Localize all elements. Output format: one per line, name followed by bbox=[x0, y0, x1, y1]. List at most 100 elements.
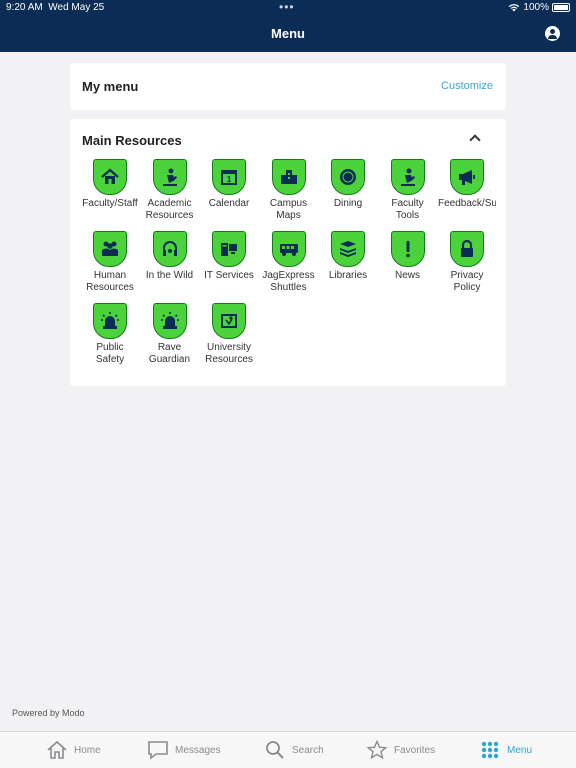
resource-tile-badge bbox=[93, 231, 127, 267]
resource-tile[interactable]: University Resources bbox=[199, 303, 259, 366]
resource-tile-badge bbox=[331, 159, 365, 195]
resource-tile-label: Libraries bbox=[328, 270, 368, 281]
map-pin-icon bbox=[221, 314, 237, 328]
house-icon bbox=[101, 168, 119, 184]
resource-tile[interactable]: Privacy Policy bbox=[437, 231, 497, 294]
bus-icon bbox=[279, 244, 298, 256]
resource-tile[interactable]: In the Wild bbox=[140, 231, 200, 282]
search-icon bbox=[266, 741, 284, 759]
resource-tile-badge bbox=[390, 159, 425, 195]
grid-icon bbox=[481, 741, 499, 759]
reading-person-icon bbox=[162, 168, 177, 186]
page-title: Menu bbox=[271, 26, 305, 41]
resource-tile[interactable]: JagExpress Shuttles bbox=[259, 231, 319, 294]
resource-tile[interactable]: Libraries bbox=[318, 231, 378, 282]
resource-tile-badge bbox=[450, 159, 484, 195]
battery-icon bbox=[552, 3, 570, 12]
resource-tile-label: Feedback/Su bbox=[438, 198, 496, 209]
calendar-icon: 1 bbox=[221, 170, 237, 185]
tab-label: Home bbox=[74, 744, 101, 756]
main-resources-title: Main Resources bbox=[82, 133, 182, 148]
tab-bar: Home Messages Search Favorites Menu bbox=[0, 731, 576, 768]
chat-bubble-icon bbox=[148, 741, 168, 760]
resource-tile[interactable]: Feedback/Su bbox=[437, 159, 497, 210]
resource-tile-badge bbox=[93, 159, 127, 195]
resource-tile-label: Rave Guardian bbox=[148, 342, 191, 365]
resource-tile-label: Privacy Policy bbox=[450, 270, 484, 293]
resource-tile-badge bbox=[152, 231, 187, 267]
resource-tile[interactable]: Academic Resources bbox=[140, 159, 200, 222]
wifi-icon bbox=[509, 4, 520, 12]
resource-tile[interactable]: Dining bbox=[318, 159, 378, 210]
resource-tile-badge bbox=[271, 231, 306, 267]
tab-label: Messages bbox=[175, 744, 221, 756]
star-icon bbox=[366, 740, 388, 760]
resource-tile-label: Faculty/Staff bbox=[82, 198, 138, 209]
resource-tile[interactable]: Rave Guardian bbox=[140, 303, 200, 366]
resource-tile[interactable]: Faculty/Staff bbox=[80, 159, 140, 210]
main-resources-card: Main Resources Faculty/Staff Academic Res… bbox=[70, 119, 506, 386]
resource-tile-label: News bbox=[394, 270, 420, 281]
lock-icon bbox=[461, 239, 473, 257]
resource-tile-badge bbox=[152, 303, 187, 339]
resource-tile-label: University Resources bbox=[205, 342, 253, 365]
tab-label: Search bbox=[292, 744, 324, 756]
home-icon bbox=[47, 740, 67, 759]
tab-search[interactable]: Search bbox=[264, 740, 324, 760]
reading-person-icon bbox=[400, 168, 415, 186]
people-icon bbox=[102, 241, 118, 256]
tab-home[interactable]: Home bbox=[46, 740, 101, 760]
chevron-up-icon[interactable] bbox=[469, 134, 481, 146]
my-menu-title: My menu bbox=[82, 79, 139, 94]
tab-menu[interactable]: Menu bbox=[479, 740, 532, 760]
resource-tile-label: Academic Resources bbox=[145, 198, 194, 221]
battery-percent: 100% bbox=[523, 2, 549, 13]
resource-tile-label: Dining bbox=[333, 198, 363, 209]
resource-tile-label: Human Resources bbox=[86, 270, 134, 293]
resource-tile-label: Public Safety bbox=[95, 342, 125, 365]
tab-label: Favorites bbox=[394, 744, 436, 756]
tab-messages[interactable]: Messages bbox=[147, 740, 221, 760]
siren-icon bbox=[160, 312, 179, 329]
resource-tile[interactable]: Public Safety bbox=[80, 303, 140, 366]
tab-favorites[interactable]: Favorites bbox=[366, 740, 435, 760]
header-bar: 9:20 AM Wed May 25 ••• 100% Menu bbox=[0, 0, 576, 52]
resource-tile-label: Campus Maps bbox=[269, 198, 308, 221]
headphones-icon bbox=[162, 241, 177, 256]
resource-tile-label: Calendar bbox=[208, 198, 250, 209]
exclamation-icon bbox=[405, 241, 410, 258]
megaphone-icon bbox=[459, 170, 475, 185]
plate-icon bbox=[340, 169, 356, 185]
resource-tile[interactable]: News bbox=[378, 231, 438, 282]
books-icon bbox=[340, 241, 356, 257]
resource-tile-label: JagExpress Shuttles bbox=[262, 270, 315, 293]
resource-tile-badge bbox=[271, 159, 306, 195]
resource-tile[interactable]: IT Services bbox=[199, 231, 259, 282]
resource-tile-label: IT Services bbox=[204, 270, 254, 281]
svg-text:1: 1 bbox=[227, 175, 232, 184]
my-menu-card: My menu Customize bbox=[70, 63, 506, 110]
account-icon[interactable] bbox=[545, 26, 560, 41]
resource-tile-badge bbox=[390, 231, 425, 267]
resource-tile[interactable]: Campus Maps bbox=[259, 159, 319, 222]
resource-tile-badge bbox=[331, 231, 365, 267]
powered-by-text: Powered by Modo bbox=[12, 708, 85, 718]
siren-icon bbox=[101, 312, 119, 329]
resource-tile-badge bbox=[450, 231, 484, 267]
multitasking-dots-icon[interactable]: ••• bbox=[279, 0, 295, 14]
computer-icon bbox=[221, 243, 237, 256]
buildings-icon bbox=[280, 170, 297, 184]
status-time: 9:20 AM Wed May 25 bbox=[6, 2, 105, 13]
resource-tile[interactable]: Faculty Tools bbox=[378, 159, 438, 222]
resource-tile-label: In the Wild bbox=[145, 270, 194, 281]
tab-label: Menu bbox=[507, 744, 533, 756]
resource-tile-badge bbox=[93, 303, 127, 339]
resource-tile[interactable]: 1 Calendar bbox=[199, 159, 259, 210]
resource-tile-label: Faculty Tools bbox=[391, 198, 424, 221]
status-indicators: 100% bbox=[508, 2, 570, 13]
customize-link[interactable]: Customize bbox=[441, 80, 493, 92]
resource-tile-badge bbox=[212, 303, 246, 339]
resource-tile-badge bbox=[152, 159, 187, 195]
resource-tile[interactable]: Human Resources bbox=[80, 231, 140, 294]
resource-tile-badge: 1 bbox=[212, 159, 246, 195]
